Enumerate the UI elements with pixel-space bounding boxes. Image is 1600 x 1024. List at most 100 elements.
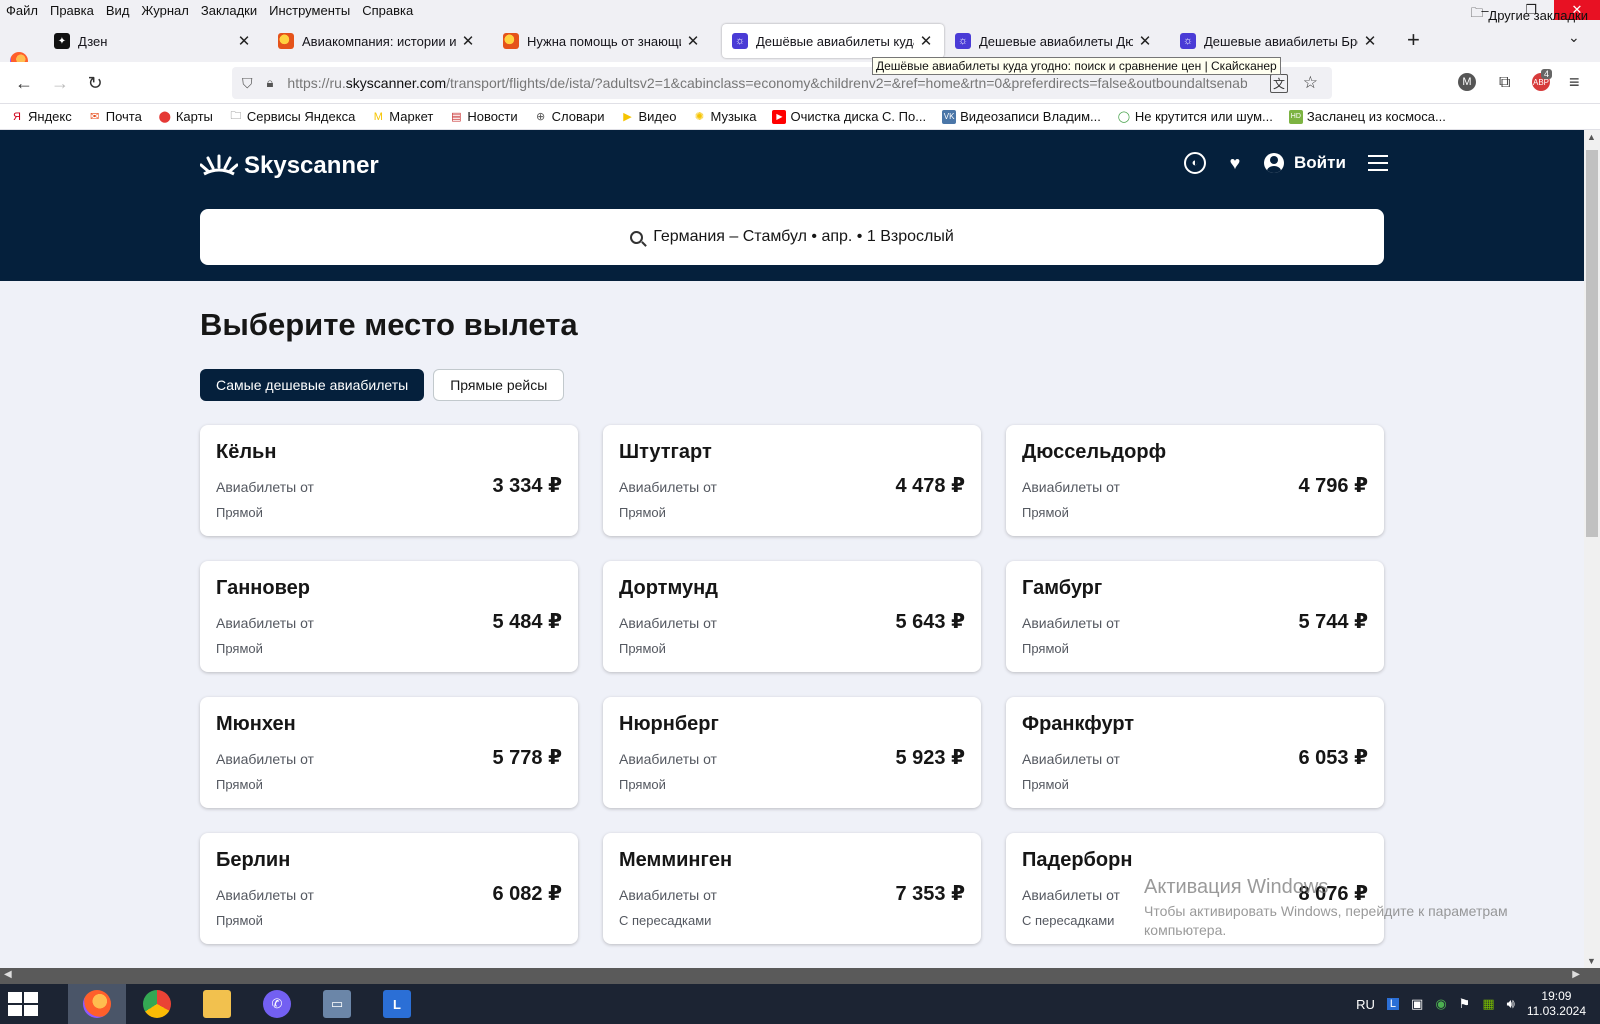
filter-cheapest[interactable]: Самые дешевые авиабилеты bbox=[200, 369, 425, 401]
bookmark-item[interactable]: ✉ Почта bbox=[78, 109, 148, 124]
bookmark-item[interactable]: 🗀 Сервисы Яндекса bbox=[219, 109, 361, 124]
destination-card[interactable]: Кёльн Авиабилеты от 3 334 ₽ Прямой bbox=[200, 425, 578, 536]
close-icon[interactable]: ✕ bbox=[1137, 32, 1153, 50]
bookmark-item[interactable]: M Маркет bbox=[361, 109, 439, 124]
bookmark-item[interactable]: ▶ Видео bbox=[611, 109, 683, 124]
language-indicator[interactable]: RU bbox=[1356, 997, 1375, 1012]
forward-arrow-icon[interactable]: → bbox=[47, 70, 73, 96]
list-all-tabs-chevron-icon[interactable]: ⌄ bbox=[1568, 29, 1580, 46]
menu-file[interactable]: Файл bbox=[0, 3, 44, 18]
scroll-left-arrow-icon[interactable]: ◀ bbox=[4, 969, 12, 980]
horizontal-scrollbar[interactable]: ◀ ▶ bbox=[0, 968, 1600, 984]
reload-icon[interactable]: ↻ bbox=[82, 70, 108, 96]
taskbar-viber[interactable]: ✆ bbox=[248, 984, 306, 1024]
scroll-thumb[interactable] bbox=[1586, 150, 1598, 537]
destination-card[interactable]: Гамбург Авиабилеты от 5 744 ₽ Прямой bbox=[1006, 561, 1384, 672]
nvidia-icon[interactable]: ▦ bbox=[1482, 996, 1494, 1012]
lock-icon[interactable]: 🔒︎ bbox=[267, 75, 274, 91]
bookmark-item[interactable]: ▤ Новости bbox=[439, 109, 523, 124]
close-icon[interactable]: ✕ bbox=[460, 32, 476, 50]
chrome-icon bbox=[143, 990, 171, 1018]
menu-edit[interactable]: Правка bbox=[44, 3, 100, 18]
close-icon[interactable]: ✕ bbox=[1362, 32, 1378, 50]
bookmark-item[interactable]: ◯ Не крутится или шум... bbox=[1107, 109, 1279, 124]
close-icon[interactable]: ✕ bbox=[685, 32, 701, 50]
translate-icon[interactable]: 文 bbox=[1269, 73, 1288, 93]
extensions-puzzle-icon[interactable]: ⧉ bbox=[1499, 74, 1510, 92]
login-button[interactable]: Войти bbox=[1264, 153, 1346, 173]
destination-card[interactable]: Штутгарт Авиабилеты от 4 478 ₽ Прямой bbox=[603, 425, 981, 536]
menu-help[interactable]: Справка bbox=[356, 3, 419, 18]
menu-icon[interactable] bbox=[1367, 155, 1388, 171]
tab-title: Дешевые авиабилеты Дюссел bbox=[979, 33, 1133, 49]
bookmark-item[interactable]: ✺ Музыка bbox=[682, 109, 762, 124]
menu-tools[interactable]: Инструменты bbox=[263, 3, 356, 18]
windows-start-icon[interactable] bbox=[8, 992, 38, 1016]
bookmark-item[interactable]: VK Видеозаписи Владим... bbox=[932, 109, 1107, 124]
taskbar-file-explorer[interactable] bbox=[188, 984, 246, 1024]
map-pin-icon: ⬤ bbox=[158, 111, 171, 123]
menu-bookmarks[interactable]: Закладки bbox=[195, 3, 263, 18]
taskbar-l-app[interactable]: L bbox=[368, 984, 426, 1024]
destination-city: Франкфурт bbox=[1022, 713, 1135, 735]
bookmark-item[interactable]: Я Яндекс bbox=[0, 109, 78, 124]
new-tab-plus-icon[interactable]: + bbox=[1407, 27, 1420, 53]
vertical-scrollbar[interactable]: ▲ ▼ bbox=[1584, 130, 1600, 968]
scroll-up-arrow-icon[interactable]: ▲ bbox=[1587, 132, 1596, 142]
tab-skyscanner-dusseldorf[interactable]: Дешевые авиабилеты Дюссел ✕ bbox=[945, 24, 1163, 58]
filter-direct[interactable]: Прямые рейсы bbox=[433, 369, 565, 401]
search-summary-bar[interactable]: Германия – Стамбул • апр. • 1 Взрослый bbox=[200, 209, 1384, 265]
destination-card[interactable]: Дортмунд Авиабилеты от 5 643 ₽ Прямой bbox=[603, 561, 981, 672]
destination-card[interactable]: Франкфурт Авиабилеты от 6 053 ₽ Прямой bbox=[1006, 697, 1384, 808]
destination-card[interactable]: Ганновер Авиабилеты от 5 484 ₽ Прямой bbox=[200, 561, 578, 672]
bookmark-item[interactable]: ⊕ Словари bbox=[524, 109, 611, 124]
scroll-down-arrow-icon[interactable]: ▼ bbox=[1587, 956, 1596, 966]
tab-skyscanner-active[interactable]: Дешёвые авиабилеты куда уг ✕ bbox=[722, 24, 944, 58]
flag-icon[interactable]: ⚑ bbox=[1459, 996, 1471, 1012]
remote-desktop-icon: ▭ bbox=[323, 990, 351, 1018]
url-text[interactable]: https://ru.skyscanner.com/transport/flig… bbox=[287, 75, 1247, 91]
destination-card[interactable]: Мемминген Авиабилеты от 7 353 ₽ С пересадка… bbox=[603, 833, 981, 944]
bookmark-item[interactable]: ⬤ Карты bbox=[148, 109, 219, 124]
shield-icon[interactable]: ⛉ bbox=[242, 75, 253, 92]
clock[interactable]: 19:09 11.03.2024 bbox=[1527, 989, 1586, 1019]
skyscanner-logo[interactable]: Skyscanner bbox=[200, 152, 379, 180]
hamburger-menu-icon[interactable]: ≡ bbox=[1569, 72, 1580, 93]
network-icon[interactable]: ▣ bbox=[1411, 996, 1423, 1012]
taskbar-chrome[interactable] bbox=[128, 984, 186, 1024]
taskbar-firefox[interactable] bbox=[68, 984, 126, 1024]
close-icon[interactable]: ✕ bbox=[236, 32, 252, 50]
bookmark-item[interactable]: ▶ Очистка диска С. По... bbox=[762, 109, 932, 124]
close-icon[interactable]: ✕ bbox=[918, 32, 934, 50]
destination-price: 4 796 ₽ bbox=[1298, 475, 1368, 497]
torrent-icon[interactable]: ◉ bbox=[1435, 996, 1446, 1012]
back-arrow-icon[interactable]: ← bbox=[11, 70, 37, 96]
bookmark-star-icon[interactable]: ☆ bbox=[1303, 73, 1318, 93]
destination-card[interactable]: Мюнхен Авиабилеты от 5 778 ₽ Прямой bbox=[200, 697, 578, 808]
destination-card[interactable]: Дюссельдорф Авиабилеты от 4 796 ₽ Прямой bbox=[1006, 425, 1384, 536]
scroll-right-arrow-icon[interactable]: ▶ bbox=[1572, 969, 1580, 980]
tab-skyscanner-bremen[interactable]: Дешевые авиабилеты Бремен ✕ bbox=[1170, 24, 1388, 58]
other-bookmarks[interactable]: 🗀 Другие закладки bbox=[1470, 4, 1588, 26]
tab-need-help[interactable]: Нужна помощь от знающих! | ✕ bbox=[493, 24, 711, 58]
globe-icon[interactable]: ◐ bbox=[1184, 152, 1206, 174]
skyscanner-icon bbox=[732, 33, 748, 49]
menu-history[interactable]: Журнал bbox=[135, 3, 194, 18]
volume-icon[interactable]: 🔊︎ bbox=[1507, 996, 1515, 1012]
page-title: Выберите место вылета bbox=[200, 307, 578, 342]
heart-icon[interactable]: ♥ bbox=[1224, 152, 1246, 174]
clock-date: 11.03.2024 bbox=[1526, 1004, 1586, 1018]
tab-dzen[interactable]: Дзен ✕ bbox=[44, 24, 262, 58]
tab-airline-stories[interactable]: Авиакомпания: истории из жи ✕ bbox=[268, 24, 486, 58]
music-icon: ✺ bbox=[694, 111, 705, 123]
login-label: Войти bbox=[1294, 153, 1346, 172]
destination-card[interactable]: Нюрнберг Авиабилеты от 5 923 ₽ Прямой bbox=[603, 697, 981, 808]
destination-card[interactable]: Берлин Авиабилеты от 6 082 ₽ Прямой bbox=[200, 833, 578, 944]
l-tray-icon[interactable]: L bbox=[1386, 998, 1400, 1010]
taskbar-remote-desktop[interactable]: ▭ bbox=[308, 984, 366, 1024]
tab-strip: Дзен ✕ Авиакомпания: истории из жи ✕ Нуж… bbox=[0, 20, 1600, 70]
extension-m-icon[interactable]: M bbox=[1458, 73, 1476, 91]
destination-city: Падерборн bbox=[1022, 849, 1133, 871]
bookmark-item[interactable]: HD Засланец из космоса... bbox=[1279, 109, 1452, 124]
menu-view[interactable]: Вид bbox=[100, 3, 136, 18]
